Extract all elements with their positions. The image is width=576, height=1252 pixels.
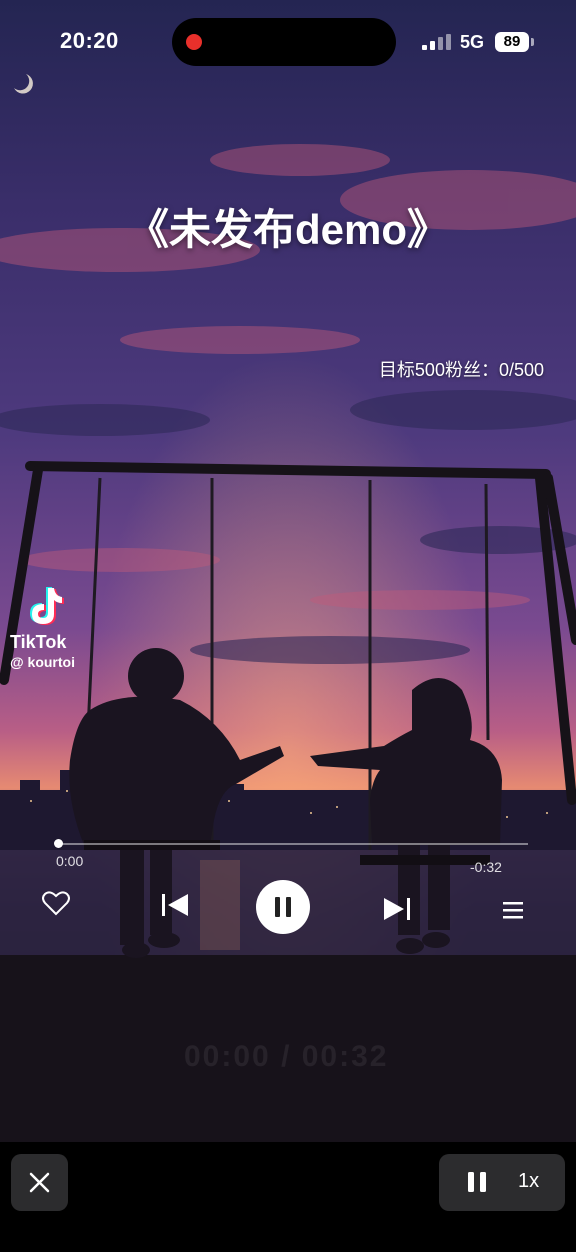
screen: 20:20 5G 89 《未发布demo》 目标500粉丝：0/500 TikT… [0, 0, 576, 1252]
video-frame[interactable] [0, 0, 576, 1142]
remaining-time: -0:32 [470, 859, 502, 875]
battery-tip [531, 38, 534, 46]
tiktok-brand: TikTok [10, 632, 67, 652]
video-title: 《未发布demo》 [126, 206, 449, 253]
faint-watermark: 00:00 / 00:32 [184, 1040, 389, 1073]
network-type: 5G [460, 32, 485, 52]
close-button[interactable] [11, 1154, 68, 1211]
elapsed-time: 0:00 [56, 853, 84, 869]
skip-next-icon[interactable] [382, 896, 412, 922]
tiktok-handle[interactable]: @ kourtoi [10, 654, 75, 670]
status-time: 20:20 [60, 28, 119, 53]
heart-icon[interactable] [42, 890, 70, 916]
progress-bar[interactable] [58, 843, 528, 845]
follower-goal: 目标500粉丝：0/500 [378, 360, 544, 380]
skip-previous-icon[interactable] [160, 892, 190, 918]
recording-indicator [186, 34, 202, 50]
menu-icon[interactable] [502, 900, 524, 920]
playback-controls-pill [439, 1154, 565, 1211]
close-icon [29, 1172, 50, 1193]
pause-button[interactable] [467, 1171, 487, 1193]
battery-icon: 89 [495, 32, 529, 52]
play-pause-button[interactable] [256, 880, 310, 934]
signal-strength-icon [422, 34, 452, 50]
playback-speed-button[interactable]: 1x [518, 1170, 539, 1193]
progress-handle[interactable] [54, 839, 63, 848]
tiktok-logo-icon [30, 587, 64, 625]
pause-icon [275, 897, 291, 917]
dynamic-island [172, 18, 396, 66]
